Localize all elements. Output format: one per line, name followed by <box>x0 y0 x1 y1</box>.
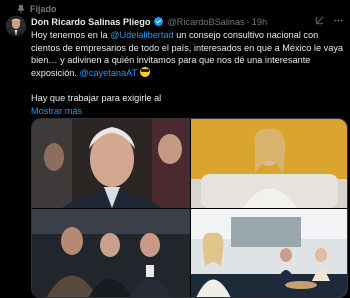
tweet-text-part: Hoy tenemos en la <box>31 30 111 40</box>
tweet-actions-top <box>314 15 344 26</box>
grok-icon[interactable] <box>314 15 325 26</box>
tweet-body: Hoy tenemos en la @Udelalibertad un cons… <box>31 29 347 117</box>
pinned-label: Fijado <box>16 2 57 16</box>
meta-separator: · <box>246 16 250 27</box>
photo-4[interactable] <box>191 209 347 297</box>
media-grid <box>31 118 348 298</box>
pin-icon <box>17 4 25 14</box>
author-name[interactable]: Don Ricardo Salinas Pliego <box>31 17 150 27</box>
tweet-time[interactable]: 19h <box>252 17 267 27</box>
tweet-paragraph-2: Hay que trabajar para exigirle al <box>31 92 162 103</box>
verified-badge-icon <box>154 16 164 27</box>
photo-2[interactable] <box>191 119 347 208</box>
mention-cayetanaat[interactable]: @cayetanaAT <box>80 68 138 78</box>
tweet-paragraph-1: Hoy tenemos en la @Udelalibertad un cons… <box>31 29 347 79</box>
author-handle[interactable]: @RicardoBSalinas <box>167 17 244 27</box>
photo-3[interactable] <box>32 209 190 297</box>
avatar[interactable] <box>6 16 26 36</box>
mention-udelalibertad[interactable]: @Udelalibertad <box>110 30 173 40</box>
tweet-header: Don Ricardo Salinas Pliego @RicardoBSali… <box>31 15 344 28</box>
sunglasses-emoji-icon <box>139 66 150 77</box>
show-more-link[interactable]: Mostrar más <box>31 105 347 118</box>
photo-1[interactable] <box>32 119 190 208</box>
more-options-icon[interactable] <box>333 15 344 26</box>
pinned-text: Fijado <box>30 4 57 14</box>
